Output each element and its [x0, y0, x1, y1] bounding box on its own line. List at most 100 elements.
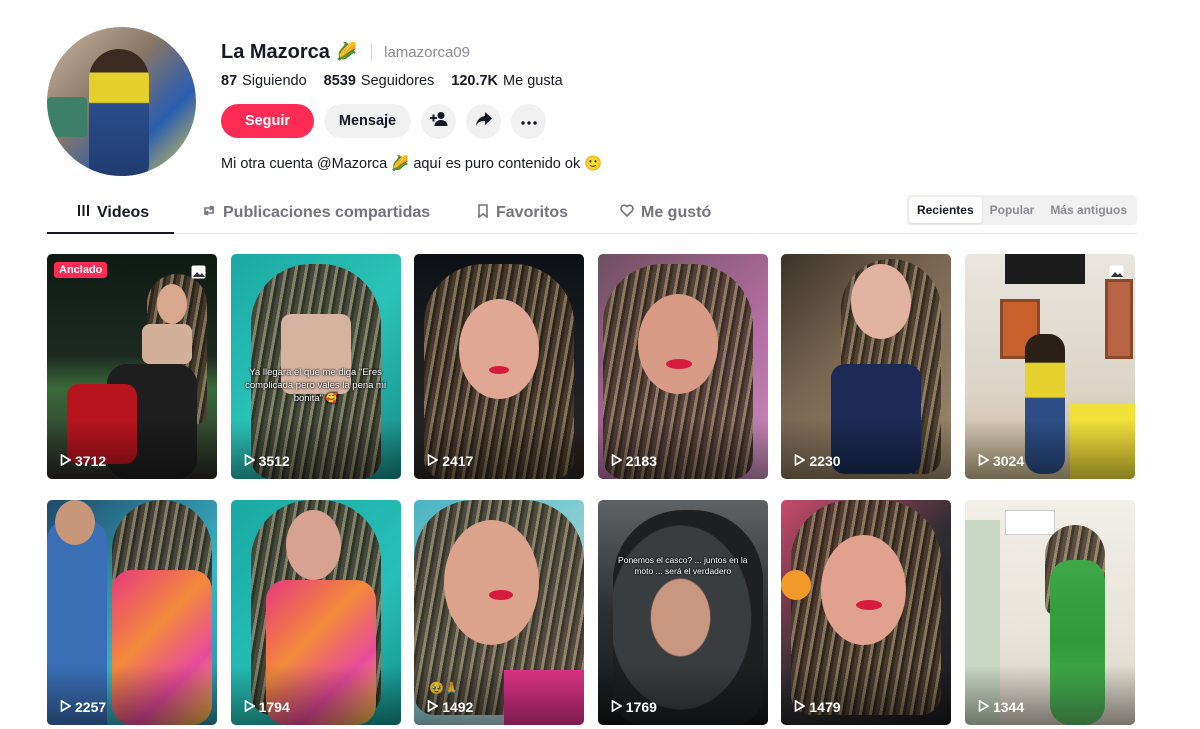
active-tab-indicator [47, 232, 174, 234]
tab-videos[interactable]: Videos [77, 193, 149, 233]
video-caption: Ya llegara el que me diga "Eres complica… [245, 367, 387, 404]
video-card[interactable]: Ponemos el casco? ... juntos en la moto … [597, 500, 768, 725]
play-icon [794, 453, 809, 469]
view-count-value: 1794 [258, 699, 290, 715]
followers-label: Seguidores [360, 73, 435, 89]
profile-actions: Seguir Mensaje [221, 103, 602, 139]
play-icon [427, 699, 442, 715]
view-count-value: 1344 [992, 699, 1025, 715]
view-count: 1769 [611, 699, 657, 715]
followers-stat[interactable]: 8539 Seguidores [324, 73, 435, 89]
tab-liked[interactable]: Me gustó [620, 193, 711, 233]
add-friend-button[interactable] [421, 103, 456, 139]
tab-reposts[interactable]: Publicaciones compartidas [202, 193, 430, 233]
tab-reposts-label: Publicaciones compartidas [223, 204, 431, 221]
view-count: 3024 [978, 453, 1024, 469]
play-icon [978, 699, 993, 715]
video-card[interactable]: 1794 [230, 500, 401, 725]
more-button[interactable] [511, 103, 546, 139]
view-count-value: 3512 [258, 453, 290, 469]
view-count: 3512 [244, 453, 290, 469]
view-count-value: 2257 [75, 699, 107, 715]
tab-favorites[interactable]: Favoritos [477, 193, 568, 233]
avatar-figure [89, 49, 149, 176]
likes-label: Me gusta [503, 73, 563, 89]
view-count: 1479 [794, 699, 841, 715]
view-count: 2230 [794, 453, 841, 469]
photo-icon [191, 265, 206, 279]
bookmark-icon [477, 203, 496, 223]
heart-icon [620, 204, 641, 222]
content-tabs: Videos Publicaciones compartidas Favorit… [47, 193, 1137, 234]
profile-bio: Mi otra cuenta @Mazorca 🌽 aquí es puro c… [221, 155, 603, 172]
sort-recent[interactable]: Recientes [908, 197, 982, 223]
avatar[interactable] [47, 27, 196, 176]
video-card[interactable]: 1344 [964, 500, 1135, 725]
play-icon [794, 699, 809, 715]
play-icon [611, 699, 626, 715]
following-label: Siguiendo [242, 73, 307, 89]
play-icon [244, 453, 259, 469]
view-count: 2417 [427, 453, 473, 469]
view-count-value: 3024 [992, 453, 1025, 469]
video-card[interactable]: 2183 [597, 254, 768, 479]
share-icon [475, 111, 493, 132]
view-count: 2183 [611, 453, 657, 469]
video-card[interactable]: 3024 [964, 254, 1135, 479]
display-name: La Mazorca [221, 40, 330, 63]
view-count: 2257 [60, 699, 106, 715]
following-stat[interactable]: 87 Siguiendo [221, 73, 307, 89]
likes-stat: 120.7K Me gusta [451, 73, 562, 89]
share-button[interactable] [466, 103, 501, 139]
view-count-value: 1492 [442, 699, 474, 715]
play-icon [611, 453, 626, 469]
video-card[interactable]: Ya llegara el que me diga "Eres complica… [230, 254, 401, 479]
follow-button[interactable]: Seguir [221, 104, 314, 138]
add-user-icon [429, 111, 448, 132]
sort-popular[interactable]: Popular [982, 197, 1043, 223]
view-count-value: 2183 [625, 453, 657, 469]
view-count-value: 1479 [809, 699, 841, 715]
video-card[interactable]: 2257 [47, 500, 217, 725]
view-count: 1794 [244, 699, 290, 715]
profile-info: La Mazorca 🌽 lamazorca09 87 Siguiendo 853… [221, 39, 602, 173]
tab-videos-label: Videos [97, 204, 150, 221]
profile-header: La Mazorca 🌽 lamazorca09 87 Siguiendo 853… [47, 27, 1137, 187]
play-icon [60, 699, 75, 715]
play-icon [244, 699, 259, 715]
name-row: La Mazorca 🌽 lamazorca09 [221, 39, 602, 65]
photo-icon [1109, 265, 1124, 279]
view-count: 3712 [60, 453, 106, 469]
video-card[interactable]: 2417 [414, 254, 585, 479]
sort-oldest[interactable]: Más antiguos [1042, 197, 1135, 223]
view-count-value: 1769 [625, 699, 657, 715]
more-icon [520, 112, 537, 130]
video-card[interactable]: Anclado 3712 [47, 254, 217, 479]
likes-count: 120.7K [451, 73, 499, 89]
video-card[interactable]: 1479 [781, 500, 952, 725]
followers-count: 8539 [323, 73, 356, 89]
pinned-badge: Anclado [54, 262, 108, 278]
sort-toggle: Recientes Popular Más antiguos [906, 195, 1137, 225]
view-count-value: 2230 [809, 453, 841, 469]
play-icon [60, 453, 75, 469]
view-count-value: 2417 [442, 453, 474, 469]
video-caption: Ponemos el casco? ... juntos en la moto … [618, 555, 748, 576]
following-count: 87 [221, 73, 238, 89]
avatar-background [47, 97, 87, 137]
video-card[interactable]: 2230 [781, 254, 952, 479]
view-count: 1492 [427, 699, 473, 715]
video-grid: Anclado 3712 Ya llegara el que me diga "… [47, 254, 1135, 725]
play-icon [978, 453, 993, 469]
profile-stats: 87 Siguiendo 8539 Seguidores 120.7K Me gust… [221, 71, 602, 91]
video-card[interactable]: 🥹🙏 1492 [414, 500, 585, 725]
view-count-value: 3712 [75, 453, 107, 469]
tab-liked-label: Me gustó [641, 204, 712, 221]
message-button[interactable]: Mensaje [324, 104, 411, 138]
username: lamazorca09 [384, 43, 470, 61]
name-separator [371, 44, 373, 60]
grid-icon [77, 204, 97, 222]
corn-emoji: 🌽 [335, 42, 358, 61]
play-icon [427, 453, 442, 469]
tab-favorites-label: Favoritos [496, 204, 569, 221]
